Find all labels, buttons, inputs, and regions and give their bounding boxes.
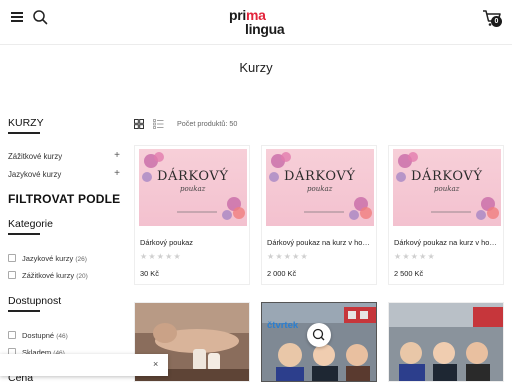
- quick-view-button[interactable]: [307, 323, 331, 347]
- filter-available[interactable]: Dostupné (46): [8, 331, 68, 343]
- filter-label: Jazykové kurzy: [22, 254, 74, 263]
- close-icon[interactable]: ×: [153, 359, 158, 369]
- category-filter-heading: Kategorie: [8, 218, 53, 230]
- availability-heading-underline: [8, 310, 40, 312]
- sidebar-item-label: Zážitkové kurzy: [8, 152, 63, 161]
- category-heading-underline: [8, 233, 40, 235]
- product-name[interactable]: Dárkový poukaz na kurz v hodnotě 2000 Kč: [267, 238, 373, 247]
- menu-icon[interactable]: [11, 12, 23, 22]
- product-image[interactable]: DÁRKOVÝ poukaz: [266, 149, 374, 226]
- expand-plus-icon[interactable]: +: [114, 150, 120, 161]
- product-count: Počet produktů: 50: [177, 119, 238, 128]
- gift-subtitle: poukaz: [434, 185, 460, 193]
- product-card[interactable]: čtvrtek: [261, 302, 377, 382]
- gift-voucher-image: DÁRKOVÝ poukaz: [139, 149, 247, 226]
- site-header: prima lingua 0: [0, 0, 512, 45]
- gift-subtitle: poukaz: [307, 185, 333, 193]
- product-card[interactable]: DÁRKOVÝ poukaz Dárkový poukaz na kurz v …: [388, 145, 504, 285]
- product-card[interactable]: DÁRKOVÝ poukaz Dárkový poukaz ★★★★★ 30 K…: [134, 145, 250, 285]
- gift-title: DÁRKOVÝ: [411, 169, 483, 184]
- product-name[interactable]: Dárkový poukaz na kurz v hodnotě 2500 Kč: [394, 238, 500, 247]
- search-icon[interactable]: [32, 9, 48, 25]
- product-image[interactable]: DÁRKOVÝ poukaz: [393, 149, 501, 226]
- overlay-label: čtvrtek: [267, 320, 299, 331]
- gift-small-print: [177, 211, 217, 213]
- product-card[interactable]: [388, 302, 504, 382]
- product-image[interactable]: DÁRKOVÝ poukaz: [139, 149, 247, 226]
- rating-stars-icon: ★★★★★: [394, 252, 436, 261]
- filter-label: Dostupné: [22, 331, 55, 340]
- cart-count-badge: 0: [491, 16, 502, 27]
- expand-plus-icon[interactable]: +: [114, 168, 120, 179]
- checkbox[interactable]: [8, 271, 16, 279]
- gift-small-print: [304, 211, 344, 213]
- gift-subtitle: poukaz: [180, 185, 206, 193]
- gift-voucher-image: DÁRKOVÝ poukaz: [393, 149, 501, 226]
- rating-stars-icon: ★★★★★: [267, 252, 309, 261]
- logo-text-c: lingua: [245, 21, 285, 37]
- list-view-icon[interactable]: [153, 119, 164, 129]
- courses-heading: KURZY: [8, 117, 44, 129]
- grid-view-icon[interactable]: [134, 119, 144, 129]
- filter-count: (20): [76, 273, 88, 280]
- students-photo: [389, 303, 503, 381]
- gift-title: DÁRKOVÝ: [284, 169, 356, 184]
- notification-toast: ×: [0, 354, 168, 376]
- product-name[interactable]: Dárkový poukaz: [140, 238, 246, 247]
- availability-filter-heading: Dostupnost: [8, 295, 62, 307]
- filter-heading: FILTROVAT PODLE: [8, 192, 121, 206]
- product-card[interactable]: DÁRKOVÝ poukaz Dárkový poukaz na kurz v …: [261, 145, 377, 285]
- courses-heading-underline: [8, 132, 40, 134]
- filter-experience-courses[interactable]: Zážitkové kurzy (20): [8, 271, 88, 283]
- filter-language-courses[interactable]: Jazykové kurzy (26): [8, 254, 87, 266]
- product-price: 2 500 Kč: [394, 269, 424, 278]
- filter-label: Zážitkové kurzy: [22, 271, 75, 280]
- sidebar-item-label: Jazykové kurzy: [8, 170, 62, 179]
- rating-stars-icon: ★★★★★: [140, 252, 182, 261]
- checkbox[interactable]: [8, 331, 16, 339]
- page-title: Kurzy: [239, 60, 273, 75]
- sidebar-item-experience-courses[interactable]: Zážitkové kurzy +: [8, 150, 120, 164]
- sidebar-item-language-courses[interactable]: Jazykové kurzy +: [8, 168, 120, 182]
- zoom-icon: [312, 328, 325, 341]
- gift-title: DÁRKOVÝ: [157, 169, 229, 184]
- product-price: 30 Kč: [140, 269, 159, 278]
- site-logo[interactable]: prima lingua: [226, 7, 286, 37]
- gift-small-print: [431, 211, 471, 213]
- checkbox[interactable]: [8, 254, 16, 262]
- gift-voucher-image: DÁRKOVÝ poukaz: [266, 149, 374, 226]
- logo-text-a: pri: [229, 7, 246, 23]
- filter-count: (26): [75, 256, 87, 263]
- product-price: 2 000 Kč: [267, 269, 297, 278]
- filter-count: (46): [56, 333, 68, 340]
